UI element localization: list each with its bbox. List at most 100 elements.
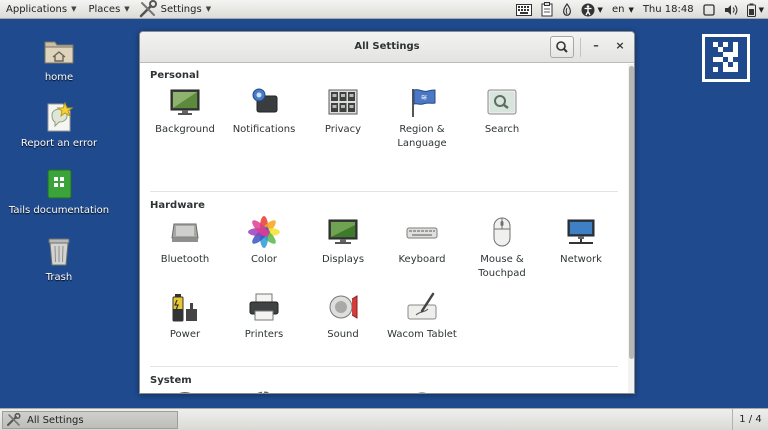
report-error-icon (43, 101, 75, 133)
settings-item-label: Mouse & Touchpad (478, 254, 526, 279)
settings-item-label: Privacy (324, 124, 362, 135)
bluetooth-icon (171, 223, 199, 242)
users-icon (486, 391, 518, 394)
settings-item-notifications[interactable]: Notifications (224, 86, 304, 137)
date-time-icon (179, 392, 191, 393)
onscreen-keyboard-icon[interactable] (515, 3, 532, 16)
settings-item-label: Bluetooth (160, 254, 210, 265)
svg-text:≋: ≋ (421, 93, 428, 102)
settings-item-label: Notifications (232, 124, 296, 135)
tails-logo (702, 34, 750, 82)
settings-item-search[interactable]: Search (462, 86, 542, 137)
section-title-personal: Personal (150, 70, 200, 81)
settings-app-menu[interactable]: Settings ▼ (136, 0, 217, 19)
applications-menu[interactable]: Applications ▼ (0, 0, 82, 19)
color-icon (248, 216, 280, 248)
settings-item-label: Sound (327, 329, 359, 340)
scrollbar-thumb[interactable] (629, 66, 634, 359)
details-icon (257, 391, 271, 393)
settings-item-printers[interactable]: Printers (224, 291, 304, 342)
section-separator (150, 191, 618, 192)
bottom-panel: All Settings 1 / 4 (0, 408, 768, 430)
settings-item-label: Keyboard (398, 254, 446, 265)
desktop-icon-tails-documentation[interactable]: Tails documentation (4, 168, 114, 216)
network-icon (567, 219, 595, 244)
section-title-system: System (150, 375, 192, 386)
settings-item-date-time[interactable] (145, 391, 225, 393)
search-button[interactable] (550, 36, 574, 58)
top-panel: Applications ▼ Places ▼ Settings ▼ ▼ en … (0, 0, 768, 19)
printers-icon (249, 293, 279, 321)
settings-item-label: Printers (244, 329, 284, 340)
battery-icon[interactable]: ▼ (746, 3, 764, 17)
places-menu[interactable]: Places ▼ (82, 0, 135, 19)
settings-item-background[interactable]: Background (145, 86, 225, 137)
settings-item-privacy[interactable]: Privacy (303, 86, 383, 137)
taskbar-window-label: All Settings (27, 414, 84, 426)
clock[interactable]: Thu 18:48 (643, 4, 694, 15)
settings-item-label: Wacom Tablet (387, 329, 457, 340)
vertical-scrollbar[interactable] (628, 64, 634, 393)
settings-item-region-language[interactable]: ≋ Region & Language (382, 86, 462, 151)
settings-item-users[interactable] (462, 391, 542, 394)
desktop-icon-report-error[interactable]: Report an error (4, 101, 114, 149)
applications-menu-label: Applications (6, 3, 68, 15)
all-settings-window: All Settings – × Personal Background Not… (139, 31, 635, 394)
settings-item-power[interactable]: Power (145, 291, 225, 342)
power-icon (172, 294, 197, 322)
places-menu-label: Places (88, 3, 121, 15)
workspace-switcher[interactable]: 1 / 4 (732, 409, 768, 430)
titlebar-separator (580, 38, 581, 57)
trash-icon (43, 235, 75, 267)
taskbar-window-button[interactable]: All Settings (2, 411, 178, 429)
sound-icon (329, 295, 358, 319)
folder-home-icon (43, 35, 75, 67)
chevron-down-icon: ▼ (124, 5, 130, 13)
settings-item-sharing[interactable] (303, 391, 383, 393)
settings-app-menu-label: Settings (160, 3, 202, 15)
clipboard-icon[interactable] (541, 2, 553, 17)
minimize-button[interactable]: – (588, 38, 604, 54)
window-titlebar[interactable]: All Settings – × (140, 32, 634, 63)
settings-item-label: Color (250, 254, 278, 265)
section-separator (150, 366, 618, 367)
privacy-icon (328, 89, 358, 115)
desktop-icon-trash[interactable]: Trash (4, 235, 114, 283)
settings-item-universal-access[interactable] (382, 391, 462, 393)
settings-item-mouse-touchpad[interactable]: Mouse & Touchpad (462, 216, 542, 281)
mouse-touchpad-icon (493, 217, 511, 247)
window-display-icon[interactable] (702, 3, 715, 16)
desktop-icon-label: home (44, 72, 74, 83)
settings-item-sound[interactable]: Sound (303, 291, 383, 342)
keyboard-layout-menu[interactable]: en ▼ (612, 4, 634, 15)
universal-access-icon (418, 392, 426, 393)
tails-updater-icon[interactable] (562, 2, 572, 17)
displays-icon (328, 219, 358, 244)
section-title-hardware: Hardware (150, 200, 205, 211)
notifications-icon (252, 88, 278, 113)
search-icon (556, 41, 568, 53)
chevron-down-icon: ▼ (205, 5, 212, 13)
settings-item-displays[interactable]: Displays (303, 216, 383, 267)
search-settings-icon (487, 89, 517, 115)
settings-item-network[interactable]: Network (541, 216, 621, 267)
accessibility-icon[interactable]: ▼ (581, 3, 603, 17)
settings-item-label: Region & Language (397, 124, 447, 149)
settings-item-keyboard[interactable]: Keyboard (382, 216, 462, 267)
settings-tools-icon (138, 0, 160, 18)
chevron-down-icon: ▼ (71, 5, 77, 13)
settings-item-bluetooth[interactable]: Bluetooth (145, 216, 225, 267)
settings-item-details[interactable] (224, 391, 304, 393)
settings-item-wacom-tablet[interactable]: Wacom Tablet (382, 291, 462, 342)
wacom-tablet-icon (407, 292, 437, 320)
desktop-icon-label: Trash (45, 272, 73, 283)
minimize-icon: – (593, 39, 599, 52)
volume-icon[interactable] (724, 4, 738, 16)
desktop-icon-label: Report an error (20, 138, 98, 149)
settings-item-color[interactable]: Color (224, 216, 304, 267)
desktop-icon-home[interactable]: home (4, 35, 114, 83)
close-button[interactable]: × (612, 38, 628, 54)
background-icon (170, 89, 200, 115)
settings-item-label: Displays (321, 254, 365, 265)
settings-tools-icon (7, 413, 21, 426)
